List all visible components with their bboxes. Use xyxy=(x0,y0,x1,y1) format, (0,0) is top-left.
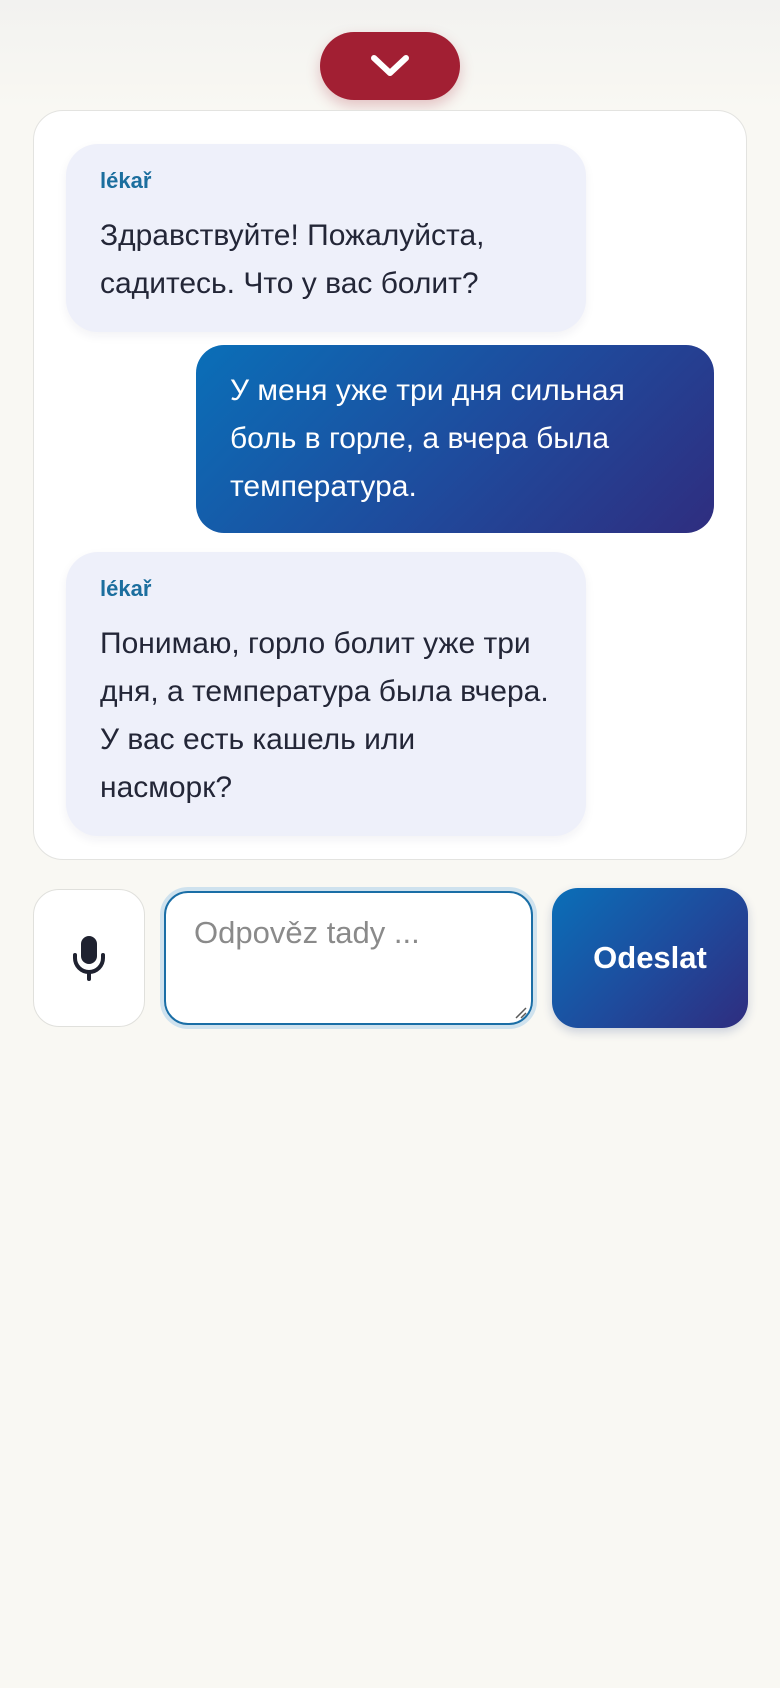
send-button[interactable]: Odeslat xyxy=(552,888,748,1028)
reply-input[interactable] xyxy=(164,891,533,1025)
reply-field-wrapper xyxy=(160,887,537,1029)
resize-handle-icon[interactable] xyxy=(513,1005,527,1019)
chevron-down-icon xyxy=(371,55,409,76)
message-text: Понимаю, горло болит уже три дня, а темп… xyxy=(100,627,549,804)
message-text: Здравствуйте! Пожалуйста, садитесь. Что … xyxy=(100,219,485,300)
microphone-button[interactable] xyxy=(33,889,145,1027)
message-sender: lékař xyxy=(100,168,152,193)
message-sender: lékař xyxy=(100,576,152,601)
collapse-button[interactable] xyxy=(320,32,460,100)
microphone-icon xyxy=(73,936,105,981)
message-text: У меня уже три дня сильная боль в горле,… xyxy=(230,374,625,503)
chat-panel: lékař Здравствуйте! Пожалуйста, садитесь… xyxy=(33,110,747,860)
user-message: У меня уже три дня сильная боль в горле,… xyxy=(196,345,714,533)
bot-message: lékař Понимаю, горло болит уже три дня, … xyxy=(66,552,586,836)
bot-message: lékař Здравствуйте! Пожалуйста, садитесь… xyxy=(66,144,586,332)
